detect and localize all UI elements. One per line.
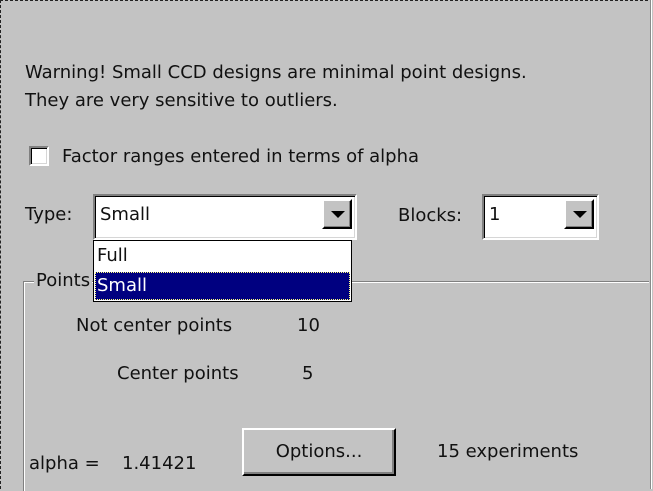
warning-line-2: They are very sensitive to outliers. <box>25 90 338 111</box>
blocks-select-value: 1 <box>489 204 501 225</box>
type-label: Type: <box>25 204 73 225</box>
alpha-checkbox-label[interactable]: Factor ranges entered in terms of alpha <box>62 146 419 168</box>
warning-line-1: Warning! Small CCD designs are minimal p… <box>25 62 527 83</box>
not-center-points-label: Not center points <box>76 315 233 336</box>
alpha-value: 1.41421 <box>122 453 197 474</box>
blocks-select[interactable]: 1 <box>482 194 599 240</box>
chevron-down-icon <box>573 211 587 218</box>
alpha-checkbox[interactable] <box>29 146 49 166</box>
type-option-full[interactable]: Full <box>95 242 350 270</box>
blocks-label: Blocks: <box>398 205 463 226</box>
alpha-label: alpha = <box>29 453 100 474</box>
blocks-dropdown-button[interactable] <box>564 199 594 229</box>
type-select-value: Small <box>100 204 150 225</box>
type-dropdown-button[interactable] <box>322 199 352 229</box>
chevron-down-icon <box>331 211 345 218</box>
experiments-count: 15 experiments <box>437 441 579 462</box>
type-option-small[interactable]: Small <box>95 272 350 300</box>
options-button[interactable]: Options... <box>242 428 396 476</box>
center-points-label: Center points <box>117 363 239 384</box>
center-points-value: 5 <box>302 363 314 384</box>
type-dropdown-list: Full Small <box>93 240 352 302</box>
type-select[interactable]: Small <box>93 194 357 240</box>
not-center-points-value: 10 <box>297 315 320 336</box>
points-group-label: Points <box>34 270 93 292</box>
